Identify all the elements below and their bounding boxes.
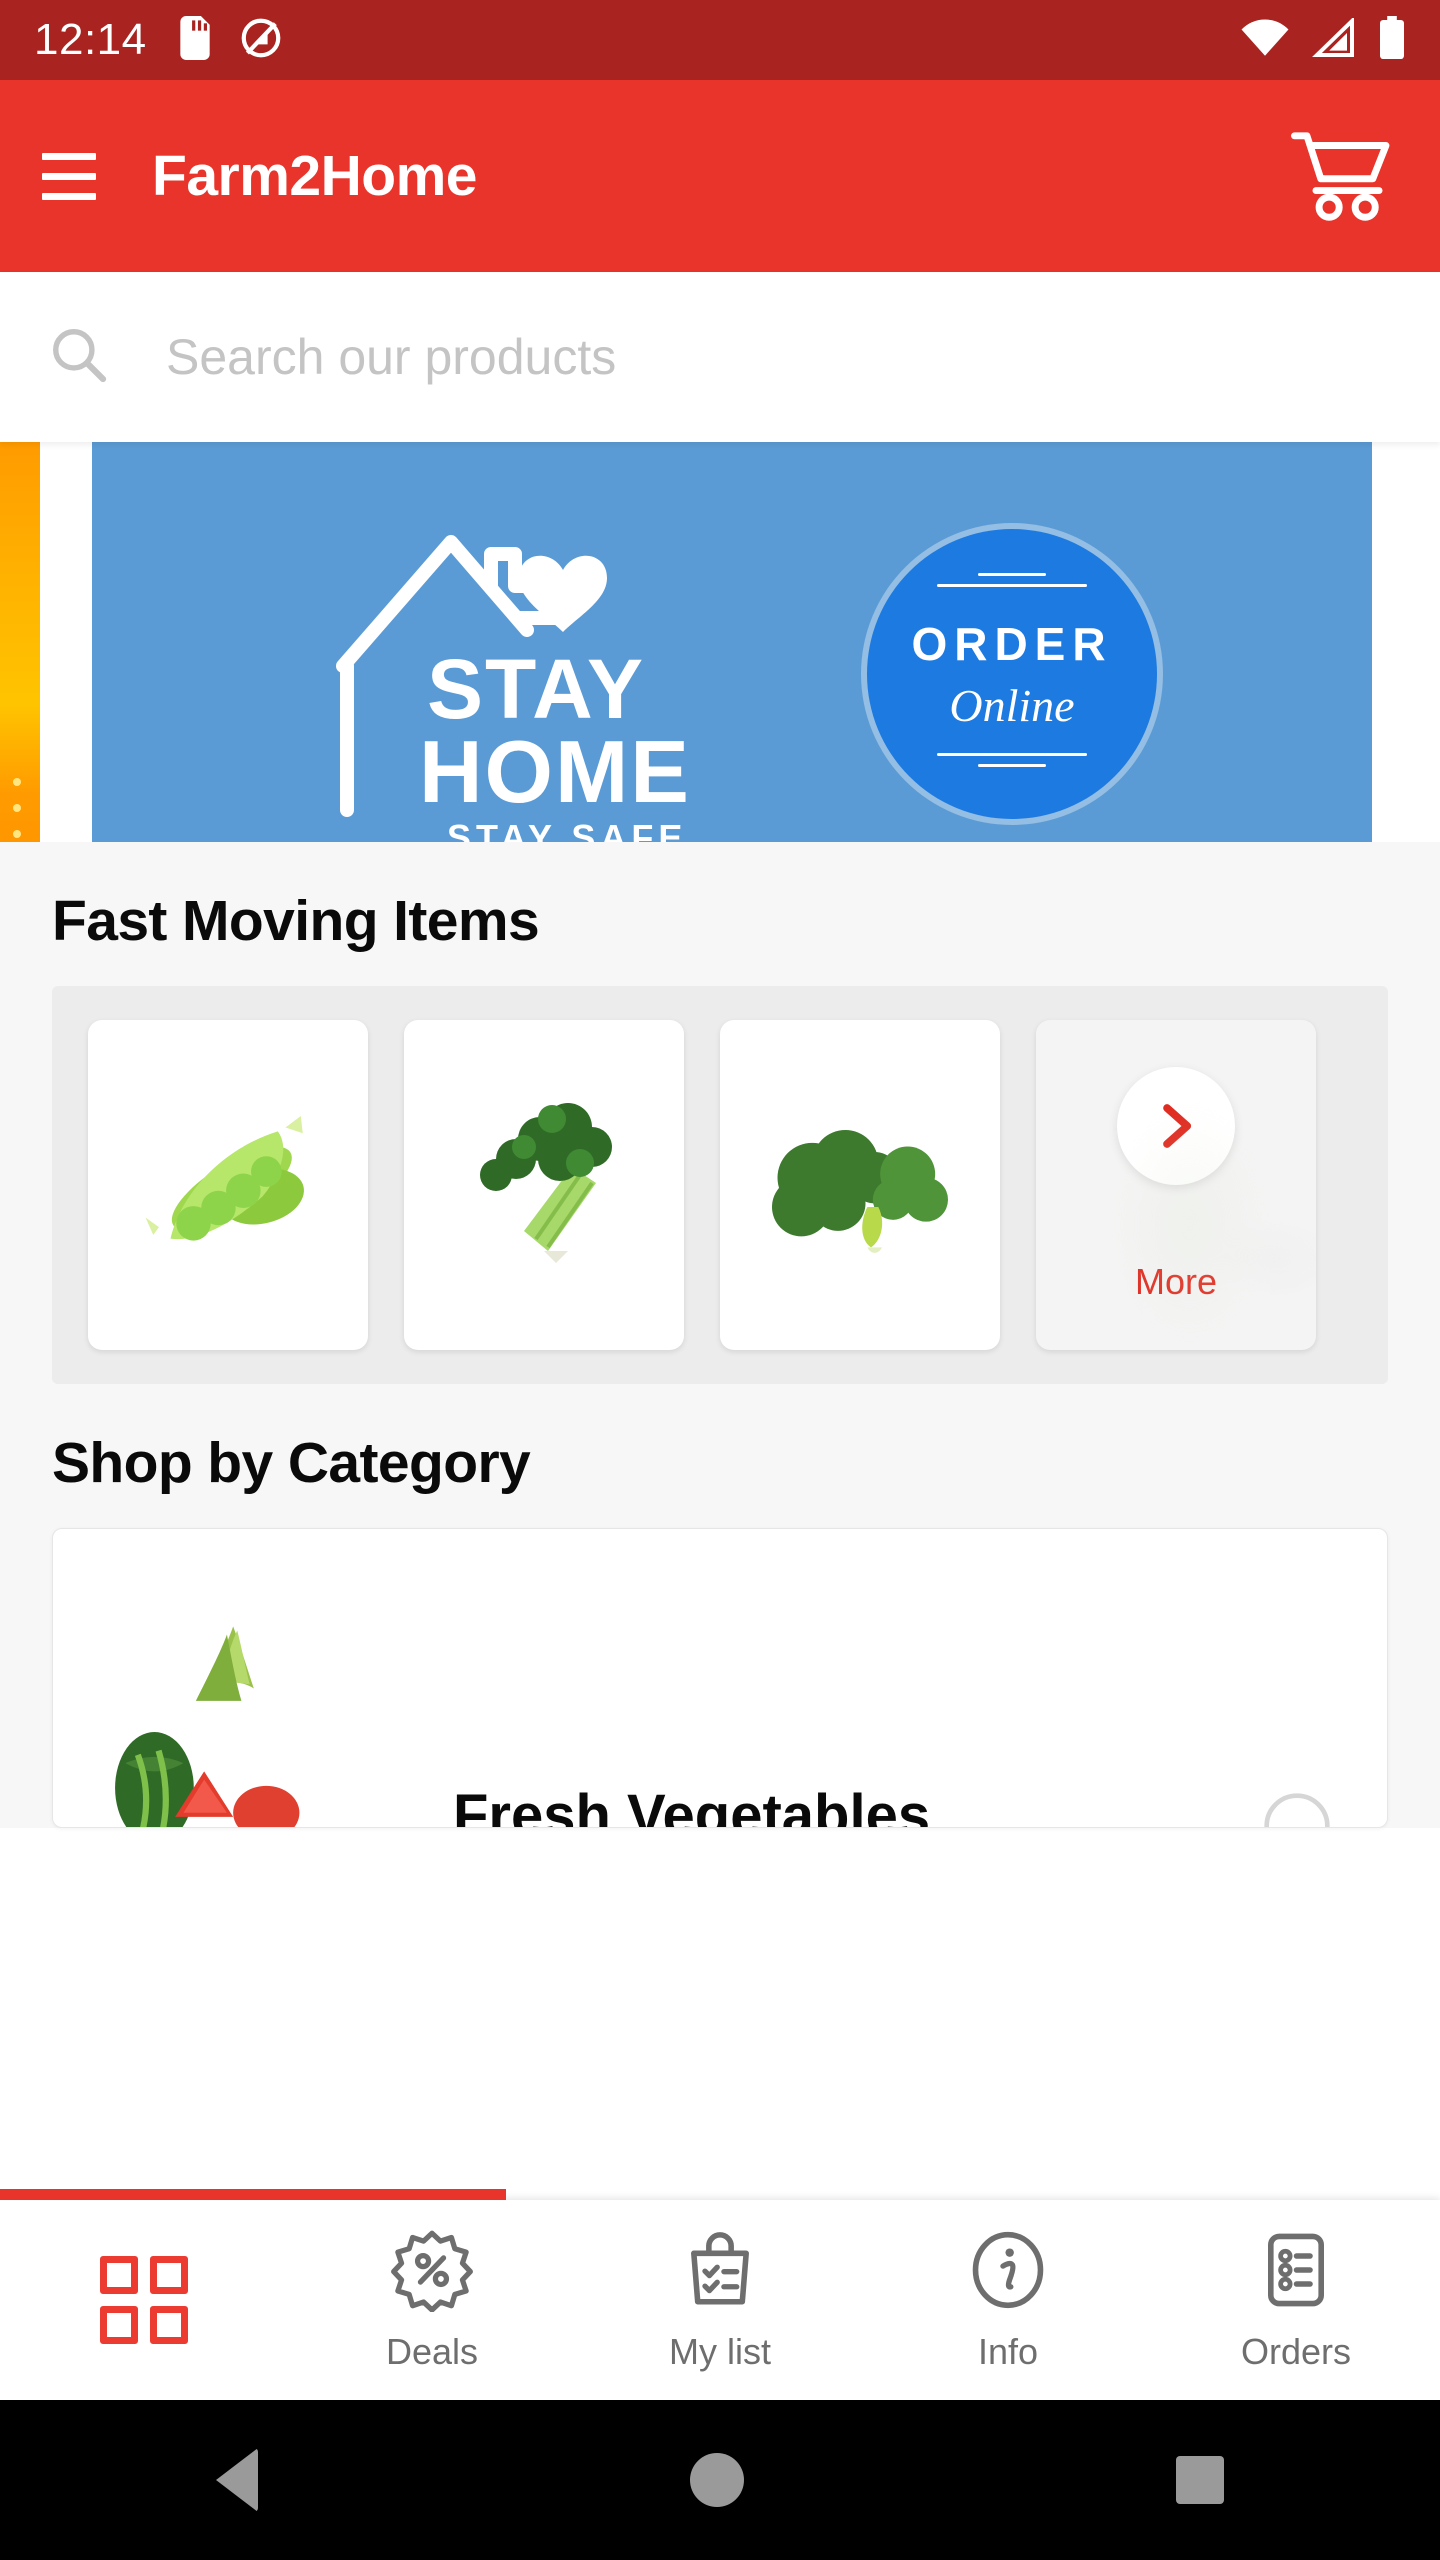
status-bar-system-icons xyxy=(1240,15,1406,65)
order-badge-line1: ORDER xyxy=(911,617,1113,670)
promo-carousel[interactable]: STAY HOME STAY SAFE ORDER Online xyxy=(0,442,1440,842)
product-tile-peas[interactable] xyxy=(88,1020,368,1350)
mixed-produce-photo xyxy=(115,1626,300,1827)
svg-text:HOME: HOME xyxy=(419,722,691,821)
status-bar-notification-icons xyxy=(177,15,283,65)
nav-item-my-list[interactable]: My list xyxy=(576,2200,864,2400)
silent-mode-icon xyxy=(239,16,283,65)
celery-photo xyxy=(480,1103,612,1263)
nav-item-deals[interactable]: Deals xyxy=(288,2200,576,2400)
search-bar[interactable]: Search our products xyxy=(0,272,1440,442)
shop-by-category-title: Shop by Category xyxy=(52,1431,531,1495)
hamburger-menu-icon[interactable] xyxy=(42,152,96,200)
product-tile-celery[interactable] xyxy=(404,1020,684,1350)
android-navigation-bar xyxy=(0,2400,1440,2560)
app-bar: Farm2Home xyxy=(0,80,1440,272)
more-tile[interactable]: More xyxy=(1036,1020,1316,1350)
product-tile-broccoli[interactable] xyxy=(720,1020,1000,1350)
category-name: Fresh Vegetables xyxy=(453,1783,931,1828)
search-icon xyxy=(48,324,110,391)
status-bar: 12:14 xyxy=(0,0,1440,80)
peas-photo xyxy=(145,1116,304,1241)
status-bar-clock: 12:14 xyxy=(34,15,147,64)
sd-card-icon xyxy=(177,15,213,65)
search-input[interactable]: Search our products xyxy=(48,324,1392,391)
carousel-slide-previous[interactable] xyxy=(0,442,40,842)
order-badge-line2: Online xyxy=(949,679,1075,731)
nav-label-my-list: My list xyxy=(669,2330,771,2372)
broccoli-photo xyxy=(772,1130,948,1253)
home-circle-icon[interactable] xyxy=(690,2453,744,2507)
back-triangle-icon[interactable] xyxy=(216,2448,258,2512)
carousel-slide-stay-home[interactable]: STAY HOME STAY SAFE ORDER Online xyxy=(92,442,1372,842)
nav-label-info: Info xyxy=(977,2330,1039,2372)
cellular-signal-icon xyxy=(1312,15,1356,63)
svg-text:STAY SAFE: STAY SAFE xyxy=(447,817,687,842)
category-chevron-icon xyxy=(1264,1793,1330,1827)
nav-label-deals: Deals xyxy=(385,2330,479,2372)
shopping-cart-icon[interactable] xyxy=(1288,121,1398,231)
nav-item-orders[interactable]: Orders xyxy=(1152,2200,1440,2400)
bottom-navigation-bar: Deals My list Info Orders xyxy=(0,2200,1440,2400)
faded-product-background xyxy=(1036,1020,1316,1350)
nav-item-home[interactable] xyxy=(0,2200,288,2400)
nav-label-orders: Orders xyxy=(1240,2330,1352,2372)
fast-moving-items-row[interactable]: More xyxy=(52,986,1388,1384)
decorative-dots xyxy=(13,778,21,842)
app-title: Farm2Home xyxy=(152,144,477,208)
orders-list-icon xyxy=(1259,2228,1333,2317)
scroll-progress-indicator xyxy=(0,2189,506,2200)
grid-icon xyxy=(100,2256,188,2344)
nav-item-info[interactable]: Info xyxy=(864,2200,1152,2400)
wifi-icon xyxy=(1240,18,1290,63)
shopping-bag-checklist-icon xyxy=(681,2228,759,2317)
stay-home-graphic: STAY HOME STAY SAFE xyxy=(307,474,827,842)
info-circle-icon xyxy=(968,2228,1048,2317)
search-placeholder: Search our products xyxy=(166,329,617,385)
fast-moving-title: Fast Moving Items xyxy=(52,889,540,953)
discount-tag-icon xyxy=(390,2228,474,2317)
recents-square-icon[interactable] xyxy=(1176,2456,1224,2504)
category-card-fresh-vegetables[interactable]: Fresh Vegetables xyxy=(52,1528,1388,1828)
order-online-badge: ORDER Online xyxy=(867,529,1157,819)
battery-icon xyxy=(1378,15,1406,65)
page-content: Fast Moving Items More Shop by Category … xyxy=(0,842,1440,1828)
